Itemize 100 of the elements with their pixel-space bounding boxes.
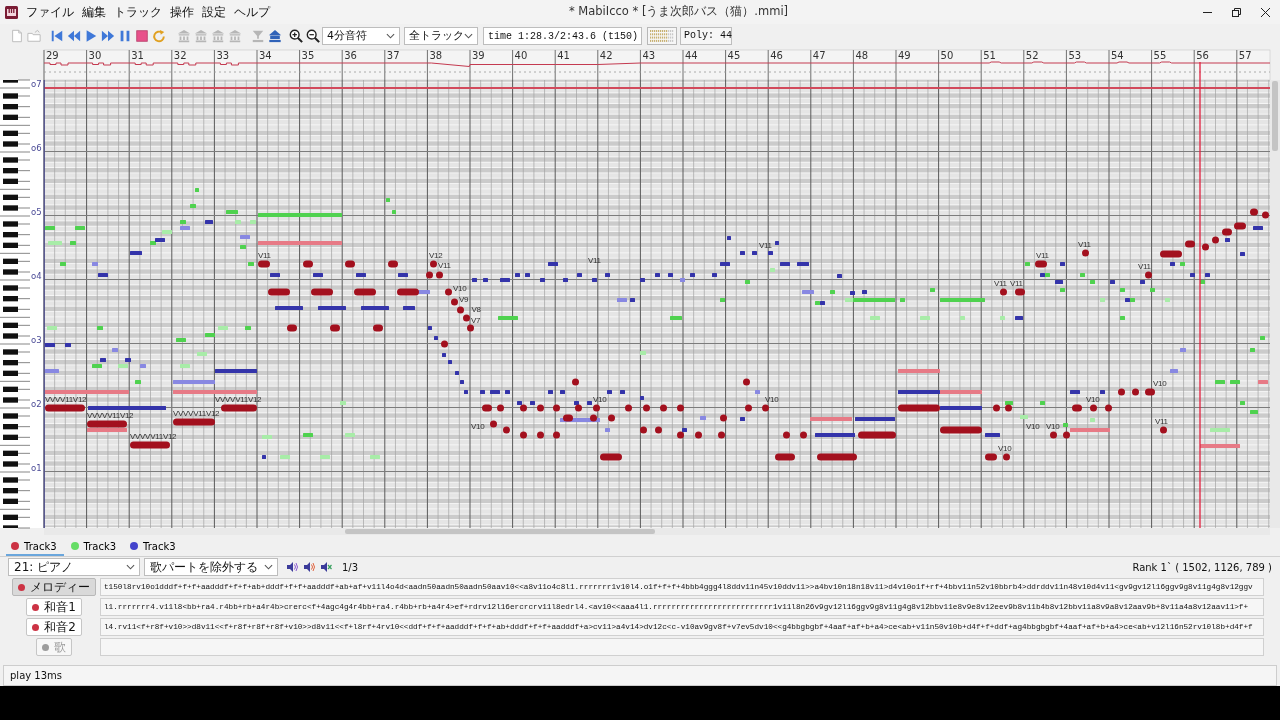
note (1180, 348, 1186, 352)
measure-number: 53 (1068, 50, 1082, 61)
menu-item[interactable]: ヘルプ (230, 4, 274, 20)
note (303, 433, 313, 437)
note (70, 241, 76, 245)
note (245, 326, 251, 330)
mml-text-field[interactable] (100, 638, 1264, 656)
note (752, 251, 757, 255)
note (668, 273, 673, 277)
menu-item[interactable]: 操作 (166, 4, 198, 20)
app-icon (5, 5, 18, 19)
measure-number: 35 (301, 50, 315, 61)
velocity-label: V10 (1153, 379, 1167, 388)
caret-icon (264, 564, 273, 570)
menu-item[interactable]: トラック (110, 4, 166, 20)
note (455, 371, 459, 375)
note (311, 288, 333, 296)
note (1082, 249, 1089, 257)
note (173, 380, 215, 384)
measure-number: 49 (898, 50, 911, 61)
muted-speaker-icon[interactable] (320, 561, 332, 573)
velocity-label: V11 (588, 256, 601, 265)
note (130, 441, 170, 449)
note-length-dropdown[interactable]: 4分音符 (322, 27, 400, 45)
caret-icon (386, 33, 395, 39)
speaker-icon[interactable] (303, 561, 315, 573)
velocity-label: V11 (438, 261, 451, 270)
house-icon (267, 29, 282, 43)
time-dropdown[interactable]: time 1:28.3/2:43.6 (t150) (483, 27, 642, 45)
instrument-dropdown[interactable]: 21: ピアノ (8, 558, 140, 576)
building-icon (210, 29, 225, 43)
note (745, 280, 750, 284)
building-icon (176, 29, 191, 43)
note (1025, 262, 1030, 266)
velocity-label: V11 (994, 279, 1007, 288)
note (248, 262, 254, 266)
menu-item[interactable]: ファイル (22, 4, 78, 20)
note (268, 288, 290, 296)
part-button[interactable]: メロディー (12, 578, 96, 596)
velocity-label: V11 (1078, 240, 1091, 249)
octave-label: o1 (31, 463, 42, 473)
measure-number: 39 (472, 50, 485, 61)
note (1240, 252, 1245, 256)
measure-number: 48 (855, 50, 869, 61)
velocity-label: V10 (593, 395, 607, 404)
funnel-icon (250, 29, 265, 43)
track-tab[interactable]: Track3 (65, 538, 124, 556)
measure-number: 32 (173, 50, 187, 61)
note (318, 306, 346, 310)
note (250, 220, 256, 224)
note (775, 241, 779, 245)
note (607, 390, 612, 394)
velocity-label: V12 (429, 251, 443, 260)
note (373, 324, 383, 332)
dot-icon (32, 623, 40, 631)
building-icon (227, 29, 242, 43)
note (48, 241, 62, 245)
note (258, 260, 270, 268)
note (817, 453, 857, 461)
note (65, 343, 71, 347)
note (361, 306, 389, 310)
note (855, 417, 895, 421)
velocity-label: V11 (1036, 251, 1049, 260)
note (985, 433, 1000, 437)
note (837, 274, 842, 278)
note (392, 210, 396, 214)
track-tab[interactable]: Track3 (125, 538, 183, 556)
note (700, 416, 706, 420)
velocity-label: V8 (471, 305, 481, 314)
track-filter-dropdown[interactable]: 全トラック (404, 27, 478, 45)
note (810, 417, 852, 421)
note (472, 278, 477, 282)
menu-item[interactable]: 設定 (198, 4, 230, 20)
fast-forward-icon (100, 29, 115, 43)
scroll-thumb[interactable] (345, 529, 655, 534)
speaker-icon[interactable] (286, 561, 298, 573)
part-button[interactable]: 和音2 (26, 618, 82, 636)
measure-number: 31 (131, 50, 144, 61)
note (720, 414, 727, 422)
part-filter-dropdown[interactable]: 歌パートを除外する (144, 558, 278, 576)
note (1090, 418, 1095, 422)
menu-item[interactable]: 編集 (78, 4, 110, 20)
track-tab[interactable]: Track3 (6, 538, 64, 556)
note (1160, 250, 1182, 258)
zoom-in-icon (288, 29, 303, 43)
note (815, 433, 855, 437)
measure-number: 51 (983, 50, 996, 61)
note (960, 316, 965, 320)
note (898, 369, 940, 373)
scroll-thumb[interactable] (1272, 81, 1278, 151)
note (548, 262, 558, 266)
measure-number: 47 (812, 50, 826, 61)
velocity-label: VVVVV11V12 (87, 411, 134, 420)
measure-number: 46 (770, 50, 783, 61)
velocity-label: V10 (471, 422, 485, 431)
note (287, 324, 297, 332)
note (762, 404, 769, 412)
note (270, 273, 280, 277)
velocity-label: V11 (1155, 417, 1168, 426)
part-button[interactable]: 和音1 (26, 598, 82, 616)
